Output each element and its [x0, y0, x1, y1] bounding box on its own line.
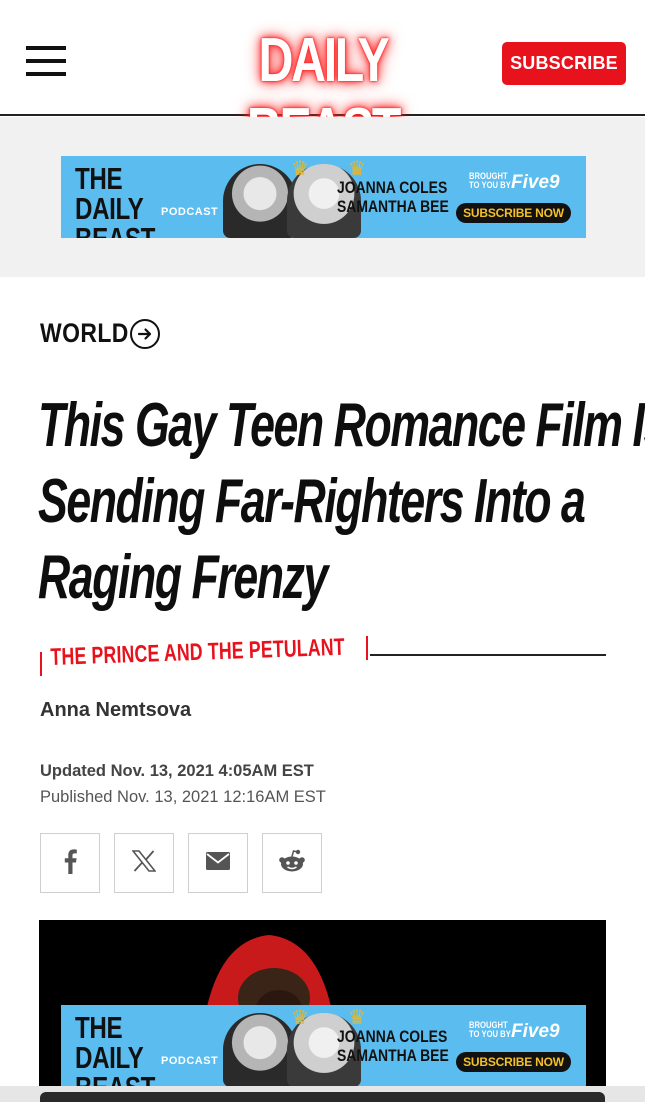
email-share-button[interactable]: [188, 833, 248, 893]
crown-icon: ♛: [291, 1007, 309, 1029]
subscribe-button[interactable]: SUBSCRIBE: [502, 42, 626, 85]
ad-title: THE DAILY BEAST: [75, 161, 155, 238]
x-icon: [131, 849, 157, 877]
ad-container: THE DAILY BEAST PODCAST ♛ ♛ JOANNA COLES…: [0, 117, 645, 277]
headline-line: This Gay Teen Romance Film Is: [38, 391, 645, 460]
ad-podcast-label: PODCAST: [161, 206, 219, 218]
ad-sponsor-label: BROUGHT TO YOU BY: [469, 1020, 511, 1039]
sponsor-logo: Five9: [511, 172, 560, 193]
email-icon: [205, 851, 231, 876]
ad-subscribe-now-button[interactable]: SUBSCRIBE NOW: [456, 203, 571, 223]
ad-title: THE DAILY BEAST: [75, 1010, 155, 1087]
kicker-divider: [366, 636, 368, 660]
author-byline[interactable]: Anna Nemtsova: [40, 699, 191, 722]
section-label: WORLD: [40, 318, 129, 348]
article-kicker: THE PRINCE AND THE PETULANT: [38, 630, 608, 680]
hamburger-menu-icon[interactable]: [26, 46, 66, 78]
reddit-icon: [278, 849, 306, 878]
home-indicator: [40, 1092, 605, 1102]
crown-icon: ♛: [348, 1007, 366, 1029]
host-photo: [223, 1013, 297, 1087]
article-headline: This Gay Teen Romance Film Is Sending Fa…: [38, 388, 645, 616]
kicker-rule: [370, 654, 606, 656]
facebook-share-button[interactable]: [40, 833, 100, 893]
x-share-button[interactable]: [114, 833, 174, 893]
published-timestamp: Published Nov. 13, 2021 12:16AM EST: [40, 788, 326, 806]
kicker-text: THE PRINCE AND THE PETULANT: [50, 633, 346, 671]
site-header: DAILY BEAST SUBSCRIBE: [0, 0, 645, 165]
host-photo: [223, 164, 297, 238]
headline-line: Raging Frenzy: [38, 543, 328, 612]
ad-host-names: JOANNA COLES SAMANTHA BEE: [337, 1027, 449, 1065]
headline-line: Sending Far-Righters Into a: [38, 467, 586, 536]
reddit-share-button[interactable]: [262, 833, 322, 893]
section-link-world[interactable]: WORLD: [40, 318, 160, 349]
sponsor-logo: Five9: [511, 1021, 560, 1042]
ad-subscribe-now-button[interactable]: SUBSCRIBE NOW: [456, 1052, 571, 1072]
arrow-right-circle-icon: [130, 318, 160, 349]
ad-podcast-label: PODCAST: [161, 1055, 219, 1067]
updated-timestamp: Updated Nov. 13, 2021 4:05AM EST: [40, 762, 314, 780]
facebook-icon: [62, 848, 78, 879]
kicker-divider: [40, 652, 42, 676]
ad-sponsor-label: BROUGHT TO YOU BY: [469, 171, 511, 190]
crown-icon: ♛: [291, 158, 309, 180]
ad-host-names: JOANNA COLES SAMANTHA BEE: [337, 178, 449, 216]
podcast-ad-banner-bottom[interactable]: THE DAILY BEAST PODCAST ♛ ♛ JOANNA COLES…: [61, 1005, 586, 1087]
share-buttons: [40, 833, 322, 893]
browser-bottom-bar: [0, 1086, 645, 1102]
podcast-ad-banner[interactable]: THE DAILY BEAST PODCAST ♛ ♛ JOANNA COLES…: [61, 156, 586, 238]
crown-icon: ♛: [348, 158, 366, 180]
site-logo[interactable]: DAILY BEAST: [218, 26, 429, 165]
